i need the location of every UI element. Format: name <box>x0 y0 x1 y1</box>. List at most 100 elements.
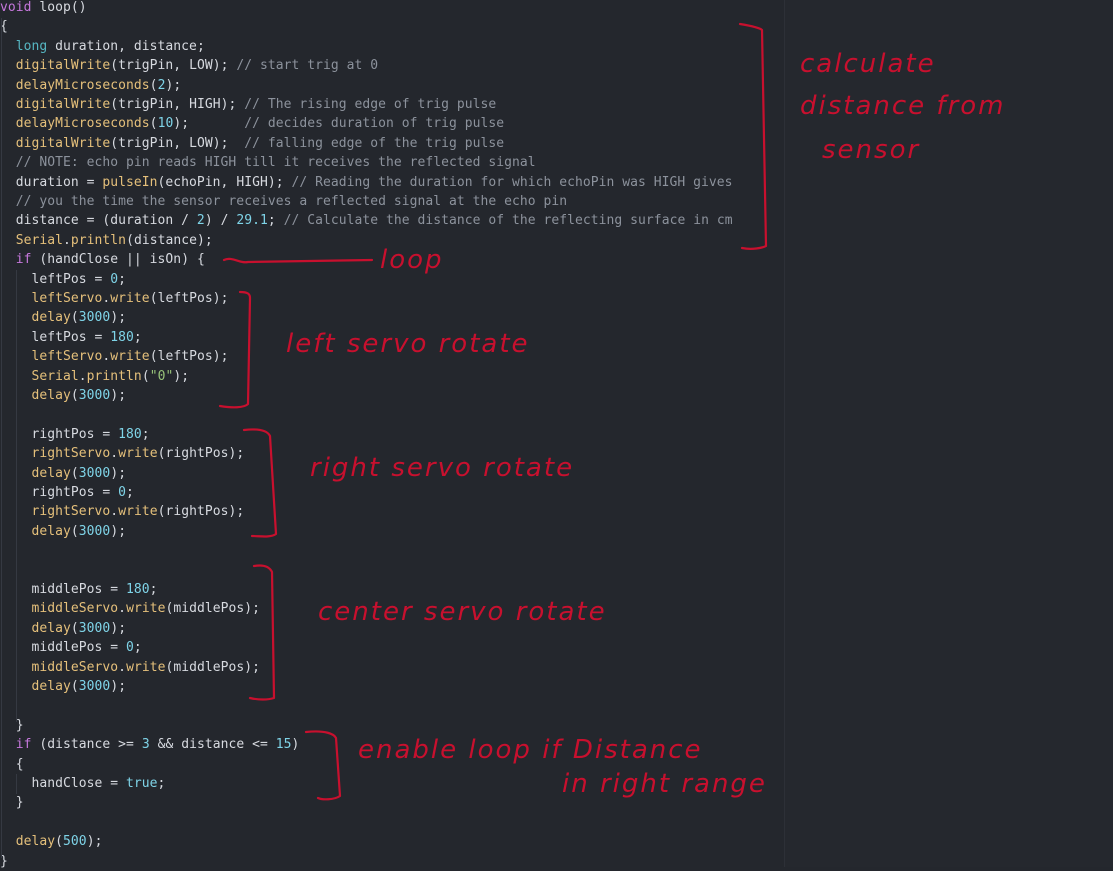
code-token: loop() <box>31 0 87 15</box>
annotation-enable-line2: in right range <box>562 769 767 799</box>
code-line: duration = pulseIn(echoPin, HIGH); // Re… <box>0 173 733 192</box>
code-token: true <box>126 776 158 791</box>
annotation-left-servo: left servo rotate <box>286 329 530 359</box>
code-line: handClose = true; <box>0 774 166 793</box>
code-line: rightServo.write(rightPos); <box>0 502 245 521</box>
code-token: ; <box>149 582 158 597</box>
code-token: leftServo <box>31 291 103 306</box>
code-line: leftPos = 180; <box>0 328 142 347</box>
code-line: distance = (duration / 2) / 29.1; // Cal… <box>0 211 733 230</box>
code-line: } <box>0 793 24 812</box>
code-token: println <box>86 368 142 384</box>
code-token: write <box>110 291 150 306</box>
code-token: 180 <box>126 582 150 597</box>
code-token: middlePos = <box>0 640 127 656</box>
code-token: digitalWrite <box>15 135 111 151</box>
code-token: ( <box>70 679 79 694</box>
code-token: (rightPos); <box>157 446 245 462</box>
indent-guide <box>16 270 17 722</box>
code-token: ); <box>110 388 127 403</box>
code-token: { <box>0 756 24 772</box>
code-token: 500 <box>63 834 87 850</box>
code-token: . <box>110 504 119 520</box>
code-token: // The rising edge of trig pulse <box>244 97 497 112</box>
code-token: middleServo <box>31 601 119 617</box>
code-token: // decides duration of trig pulse <box>244 116 505 132</box>
code-token: 0 <box>110 271 119 287</box>
indent-guide <box>1 18 2 858</box>
code-token: 0 <box>118 485 127 500</box>
code-token: . <box>110 446 119 462</box>
code-line: void loop() <box>0 0 87 17</box>
code-token: rightServo <box>31 446 111 462</box>
code-token: delay <box>31 523 71 539</box>
code-token: 3000 <box>78 620 111 636</box>
code-token: if <box>15 252 32 268</box>
code-token: (trigPin, LOW); <box>110 58 237 74</box>
code-line: digitalWrite(trigPin, LOW); // falling e… <box>0 134 504 153</box>
code-token: "0" <box>149 368 174 384</box>
code-token: write <box>126 601 166 617</box>
code-line: delayMicroseconds(10); // decides durati… <box>0 114 504 133</box>
code-token: (leftPos); <box>149 291 229 306</box>
code-token: // you the time the sensor receives a re… <box>15 194 568 209</box>
code-token: 3000 <box>78 679 111 694</box>
code-token: rightPos = <box>0 426 119 442</box>
code-token: (handClose || isOn) { <box>31 252 205 268</box>
code-token: ); <box>110 679 127 694</box>
code-token: digitalWrite <box>15 97 111 112</box>
bracket-enable <box>304 730 342 801</box>
code-token: ); <box>173 368 190 384</box>
code-line: leftServo.write(leftPos); <box>0 289 229 308</box>
code-line: delay(3000); <box>0 522 127 541</box>
code-editor[interactable]: void loop() { long duration, distance; di… <box>0 0 1113 869</box>
code-token: 29.1 <box>236 213 268 229</box>
code-token: (leftPos); <box>149 349 229 365</box>
code-line: delay(3000); <box>0 619 127 638</box>
code-token: void <box>0 0 32 15</box>
code-token: 180 <box>110 329 134 345</box>
code-token: (trigPin, LOW); <box>110 135 245 151</box>
code-line: long duration, distance; <box>0 37 205 56</box>
bracket-center-servo <box>248 564 276 701</box>
annotation-enable-line1: enable loop if Distance <box>358 735 703 765</box>
code-token: ; <box>157 776 166 791</box>
code-token: delay <box>31 620 71 636</box>
code-line: } <box>0 716 24 735</box>
code-token: ); <box>173 116 245 132</box>
code-token: Serial <box>31 368 79 384</box>
code-token: write <box>126 659 166 675</box>
code-token: && distance <= <box>149 737 276 753</box>
code-line: { <box>0 755 24 774</box>
code-line: rightPos = 0; <box>0 483 134 502</box>
code-token: delay <box>31 679 71 694</box>
code-token: ) / <box>204 213 237 229</box>
code-token: (middlePos); <box>165 601 260 617</box>
code-token: ( <box>70 310 79 326</box>
code-line: leftPos = 0; <box>0 270 127 289</box>
code-line: delay(500); <box>0 832 103 851</box>
code-line: delay(3000); <box>0 464 127 483</box>
code-token: // Calculate the distance of the reflect… <box>283 213 733 229</box>
code-token: (distance); <box>126 232 213 248</box>
code-token: ; <box>267 213 284 229</box>
code-line: middleServo.write(middlePos); <box>0 658 260 677</box>
code-token: handClose = <box>0 776 127 791</box>
code-token: ); <box>110 620 127 636</box>
code-token: ( <box>149 77 158 93</box>
code-line: digitalWrite(trigPin, LOW); // start tri… <box>0 56 378 75</box>
code-line: leftServo.write(leftPos); <box>0 347 229 366</box>
code-token: 3000 <box>78 388 111 403</box>
code-line: delay(3000); <box>0 677 127 696</box>
code-token: ( <box>70 388 79 403</box>
code-line: Serial.println("0"); <box>0 367 190 386</box>
bracket-right-servo <box>242 428 278 538</box>
code-token: Serial <box>15 232 64 248</box>
code-token: delay <box>31 388 71 403</box>
